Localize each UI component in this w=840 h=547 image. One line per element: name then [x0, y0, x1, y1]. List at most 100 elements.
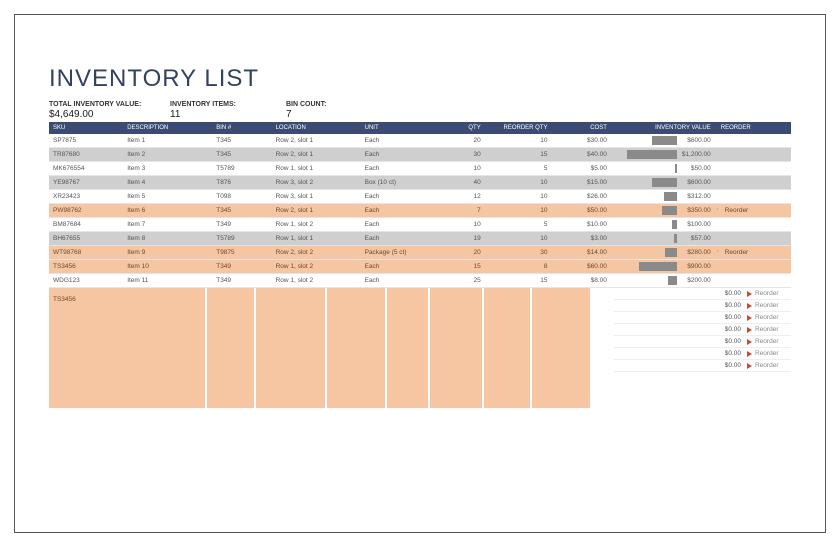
tail-col[interactable] — [532, 288, 590, 408]
cell-rqty[interactable]: 30 — [487, 246, 554, 260]
tail-col[interactable] — [430, 288, 482, 408]
cell-desc[interactable]: Item 7 — [123, 218, 212, 232]
cell-unit[interactable]: Each — [361, 204, 435, 218]
cell-qty[interactable]: 20 — [435, 134, 487, 148]
cell-sku[interactable]: MK676554 — [49, 162, 123, 176]
tail-row[interactable]: $0.00Reorder — [614, 288, 791, 300]
cell-inv[interactable]: $57.00 — [613, 232, 717, 246]
cell-cost[interactable]: $10.00 — [554, 218, 613, 232]
table-row[interactable]: XR23423Item 5T098Row 3, slot 1Each1210$2… — [49, 190, 791, 204]
cell-reorder[interactable] — [717, 232, 791, 246]
cell-sku[interactable]: BM87684 — [49, 218, 123, 232]
cell-cost[interactable]: $26.00 — [554, 190, 613, 204]
cell-desc[interactable]: Item 2 — [123, 148, 212, 162]
cell-unit[interactable]: Each — [361, 274, 435, 288]
table-row[interactable]: WT98768Item 9T9875Row 2, slot 2Package (… — [49, 246, 791, 260]
cell-desc[interactable]: Item 11 — [123, 274, 212, 288]
cell-desc[interactable]: Item 5 — [123, 190, 212, 204]
cell-bin[interactable]: T876 — [212, 176, 271, 190]
cell-cost[interactable]: $30.00 — [554, 134, 613, 148]
cell-desc[interactable]: Item 6 — [123, 204, 212, 218]
cell-unit[interactable]: Each — [361, 190, 435, 204]
cell-inv[interactable]: $350.00 — [613, 204, 717, 218]
cell-sku[interactable]: SP7875 — [49, 134, 123, 148]
tail-col[interactable] — [256, 288, 325, 408]
cell-cost[interactable]: $60.00 — [554, 260, 613, 274]
table-row[interactable]: WDG123Item 11T349Row 1, slot 2Each2515$8… — [49, 274, 791, 288]
cell-sku[interactable]: TR87680 — [49, 148, 123, 162]
cell-sku[interactable]: YE98767 — [49, 176, 123, 190]
table-row[interactable]: YE98767Item 4T876Row 3, slot 2Box (10 ct… — [49, 176, 791, 190]
cell-bin[interactable]: T5789 — [212, 162, 271, 176]
cell-reorder[interactable] — [717, 162, 791, 176]
cell-qty[interactable]: 10 — [435, 218, 487, 232]
cell-rqty[interactable]: 10 — [487, 232, 554, 246]
cell-qty[interactable]: 15 — [435, 260, 487, 274]
cell-cost[interactable]: $8.00 — [554, 274, 613, 288]
cell-bin[interactable]: T345 — [212, 204, 271, 218]
col-loc[interactable]: LOCATION — [272, 122, 361, 134]
cell-reorder[interactable] — [717, 260, 791, 274]
cell-qty[interactable]: 25 — [435, 274, 487, 288]
cell-bin[interactable]: T345 — [212, 134, 271, 148]
tail-row[interactable]: $0.00Reorder — [614, 300, 791, 312]
cell-rqty[interactable]: 10 — [487, 204, 554, 218]
table-row[interactable]: SP7875Item 1T345Row 2, slot 1Each2010$30… — [49, 134, 791, 148]
tail-col[interactable] — [387, 288, 428, 408]
tail-col[interactable] — [327, 288, 385, 408]
cell-loc[interactable]: Row 2, slot 1 — [272, 134, 361, 148]
cell-loc[interactable]: Row 3, slot 2 — [272, 176, 361, 190]
cell-loc[interactable]: Row 2, slot 2 — [272, 246, 361, 260]
cell-qty[interactable]: 20 — [435, 246, 487, 260]
tail-col[interactable] — [136, 288, 205, 408]
col-desc[interactable]: DESCRIPTION — [123, 122, 212, 134]
cell-bin[interactable]: T349 — [212, 260, 271, 274]
cell-loc[interactable]: Row 1, slot 2 — [272, 274, 361, 288]
table-row[interactable]: MK676554Item 3T5789Row 1, slot 1Each105$… — [49, 162, 791, 176]
cell-reorder[interactable] — [717, 218, 791, 232]
cell-loc[interactable]: Row 1, slot 2 — [272, 218, 361, 232]
cell-bin[interactable]: T5789 — [212, 232, 271, 246]
table-row[interactable]: BM87684Item 7T349Row 1, slot 2Each105$10… — [49, 218, 791, 232]
cell-reorder[interactable]: Reorder — [717, 246, 791, 260]
cell-desc[interactable]: Item 1 — [123, 134, 212, 148]
cell-desc[interactable]: Item 8 — [123, 232, 212, 246]
table-row[interactable]: PW98762Item 6T345Row 2, slot 1Each710$50… — [49, 204, 791, 218]
cell-loc[interactable]: Row 1, slot 1 — [272, 232, 361, 246]
cell-loc[interactable]: Row 1, slot 1 — [272, 162, 361, 176]
tail-row[interactable]: $0.00Reorder — [614, 336, 791, 348]
cell-reorder[interactable]: Reorder — [717, 204, 791, 218]
cell-cost[interactable]: $5.00 — [554, 162, 613, 176]
cell-inv[interactable]: $1,200.00 — [613, 148, 717, 162]
col-sku[interactable]: SKU — [49, 122, 123, 134]
cell-rqty[interactable]: 15 — [487, 148, 554, 162]
cell-rqty[interactable]: 5 — [487, 162, 554, 176]
cell-desc[interactable]: Item 4 — [123, 176, 212, 190]
cell-qty[interactable]: 40 — [435, 176, 487, 190]
cell-inv[interactable]: $200.00 — [613, 274, 717, 288]
tail-sku-cell[interactable]: TS3456 — [49, 288, 136, 408]
col-inv[interactable]: INVENTORY VALUE — [613, 122, 717, 134]
cell-cost[interactable]: $14.00 — [554, 246, 613, 260]
col-bin[interactable]: BIN # — [212, 122, 271, 134]
cell-inv[interactable]: $280.00 — [613, 246, 717, 260]
cell-inv[interactable]: $600.00 — [613, 176, 717, 190]
cell-inv[interactable]: $600.00 — [613, 134, 717, 148]
cell-rqty[interactable]: 15 — [487, 274, 554, 288]
cell-cost[interactable]: $15.00 — [554, 176, 613, 190]
cell-unit[interactable]: Each — [361, 134, 435, 148]
cell-sku[interactable]: WDG123 — [49, 274, 123, 288]
cell-unit[interactable]: Each — [361, 218, 435, 232]
cell-desc[interactable]: Item 10 — [123, 260, 212, 274]
tail-row[interactable]: $0.00Reorder — [614, 348, 791, 360]
tail-row[interactable]: $0.00Reorder — [614, 312, 791, 324]
cell-cost[interactable]: $50.00 — [554, 204, 613, 218]
cell-reorder[interactable] — [717, 190, 791, 204]
cell-qty[interactable]: 12 — [435, 190, 487, 204]
cell-inv[interactable]: $312.00 — [613, 190, 717, 204]
cell-inv[interactable]: $50.00 — [613, 162, 717, 176]
tail-col[interactable] — [484, 288, 530, 408]
cell-sku[interactable]: TS3456 — [49, 260, 123, 274]
cell-rqty[interactable]: 5 — [487, 218, 554, 232]
cell-bin[interactable]: T345 — [212, 148, 271, 162]
